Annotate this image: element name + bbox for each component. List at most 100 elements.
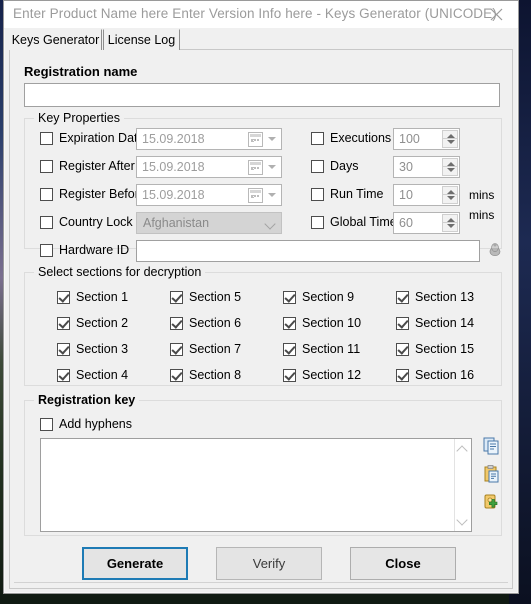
- checkbox-label: Section 11: [302, 342, 361, 356]
- generate-button[interactable]: Generate: [82, 547, 188, 580]
- checkbox-section-16[interactable]: Section 16: [396, 368, 474, 382]
- title-bar[interactable]: Enter Product Name here Enter Version In…: [4, 1, 518, 29]
- verify-button[interactable]: Verify: [216, 547, 322, 580]
- checkbox-section-7[interactable]: Section 7: [170, 342, 241, 356]
- checkbox-label: Section 10: [302, 316, 362, 330]
- registration-key-textarea[interactable]: [40, 438, 472, 532]
- checkbox-section-8[interactable]: Section 8: [170, 368, 241, 382]
- keys-generator-window: Enter Product Name here Enter Version In…: [3, 0, 519, 594]
- checkbox-section-9[interactable]: Section 9: [283, 290, 354, 304]
- checkbox-section-12[interactable]: Section 12: [283, 368, 361, 382]
- close-button[interactable]: Close: [350, 547, 456, 580]
- calendar-icon: [248, 160, 263, 175]
- register-before-date-picker[interactable]: 15.09.2018: [136, 184, 282, 206]
- checkbox-section-15[interactable]: Section 15: [396, 342, 474, 356]
- checkbox-label: Section 1: [76, 290, 129, 304]
- expiration-date-value: 15.09.2018: [142, 132, 205, 146]
- close-button-label: Close: [385, 556, 421, 571]
- checkbox-section-6[interactable]: Section 6: [170, 316, 241, 330]
- run-time-unit-label: mins: [469, 188, 495, 202]
- bottom-divider: [14, 582, 508, 583]
- checkbox-label: Global Time: [330, 215, 397, 229]
- registration-key-scrollbar[interactable]: [454, 439, 471, 531]
- checkbox-section-1[interactable]: Section 1: [57, 290, 128, 304]
- checkbox-section-14[interactable]: Section 14: [396, 316, 474, 330]
- close-glyph: [490, 8, 502, 20]
- checkbox-register-after[interactable]: Register After: [40, 159, 135, 173]
- checkbox-label: Section 3: [76, 342, 129, 356]
- checkbox-section-4[interactable]: Section 4: [57, 368, 128, 382]
- checkbox-section-11[interactable]: Section 11: [283, 342, 360, 356]
- checkbox-section-3[interactable]: Section 3: [57, 342, 128, 356]
- checkbox-box: [40, 215, 53, 229]
- global-time-unit-label: mins: [469, 208, 495, 222]
- fingerprint-icon[interactable]: [486, 240, 504, 258]
- tab-license-log[interactable]: License Log: [103, 29, 180, 50]
- hardware-id-input[interactable]: [136, 240, 480, 262]
- paste-icon[interactable]: [482, 464, 502, 484]
- checkbox-box: [311, 159, 324, 173]
- sections-legend: Select sections for decryption: [34, 265, 206, 279]
- verify-button-label: Verify: [252, 556, 286, 571]
- checkbox-label: Section 13: [415, 290, 475, 304]
- stepper-buttons[interactable]: [442, 130, 458, 148]
- checkbox-label: Country Lock: [59, 215, 133, 229]
- executions-stepper[interactable]: 100: [393, 128, 460, 150]
- chevron-down-icon: [268, 193, 276, 197]
- checkbox-label: Section 12: [302, 368, 362, 382]
- tab-label: Keys Generator: [11, 33, 100, 47]
- scroll-down-icon[interactable]: [458, 516, 467, 525]
- checkbox-box: [311, 131, 324, 145]
- checkbox-label: Hardware ID: [59, 243, 130, 257]
- checkbox-label: Section 15: [415, 342, 475, 356]
- register-after-date-picker[interactable]: 15.09.2018: [136, 156, 282, 178]
- days-stepper[interactable]: 30: [393, 156, 460, 178]
- run-time-stepper[interactable]: 10: [393, 184, 460, 206]
- checkbox-section-2[interactable]: Section 2: [57, 316, 128, 330]
- checkbox-label: Section 2: [76, 316, 129, 330]
- copy-icon[interactable]: [482, 436, 502, 456]
- checkbox-add-hyphens[interactable]: Add hyphens: [40, 417, 132, 431]
- checkbox-label: Section 6: [189, 316, 242, 330]
- key-properties-legend: Key Properties: [34, 111, 124, 125]
- checkbox-box: [40, 187, 53, 201]
- expiration-date-picker[interactable]: 15.09.2018: [136, 128, 282, 150]
- checkbox-executions[interactable]: Executions: [311, 131, 391, 145]
- country-lock-select[interactable]: Afghanistan: [136, 212, 282, 234]
- checkbox-label: Section 4: [76, 368, 129, 382]
- checkbox-country-lock[interactable]: Country Lock: [40, 215, 133, 229]
- checkbox-label: Executions: [330, 131, 392, 145]
- checkbox-label: Section 9: [302, 290, 355, 304]
- stepper-buttons[interactable]: [442, 214, 458, 232]
- global-time-stepper[interactable]: 60: [393, 212, 460, 234]
- checkbox-hardware-id[interactable]: Hardware ID: [40, 243, 129, 257]
- checkbox-global-time[interactable]: Global Time: [311, 215, 397, 229]
- run-time-value: 10: [399, 188, 413, 202]
- checkbox-label: Register Before: [59, 187, 146, 201]
- checkbox-register-before[interactable]: Register Before: [40, 187, 146, 201]
- checkbox-section-10[interactable]: Section 10: [283, 316, 361, 330]
- country-lock-value: Afghanistan: [143, 216, 210, 230]
- stepper-buttons[interactable]: [442, 186, 458, 204]
- checkbox-label: Section 7: [189, 342, 242, 356]
- checkbox-box: [311, 187, 324, 201]
- calendar-icon: [248, 132, 263, 147]
- add-license-icon[interactable]: [482, 492, 502, 512]
- stepper-buttons[interactable]: [442, 158, 458, 176]
- close-icon[interactable]: [474, 1, 518, 27]
- checkbox-expiration-date[interactable]: Expiration Date: [40, 131, 144, 145]
- global-time-value: 60: [399, 216, 413, 230]
- generate-button-label: Generate: [106, 556, 164, 571]
- tab-keys-generator[interactable]: Keys Generator: [9, 29, 102, 50]
- checkbox-days[interactable]: Days: [311, 159, 358, 173]
- executions-value: 100: [399, 132, 420, 146]
- checkbox-run-time[interactable]: Run Time: [311, 187, 384, 201]
- registration-name-input[interactable]: [24, 83, 500, 107]
- checkbox-section-5[interactable]: Section 5: [170, 290, 241, 304]
- scroll-up-icon[interactable]: [458, 445, 467, 454]
- checkbox-section-13[interactable]: Section 13: [396, 290, 474, 304]
- days-value: 30: [399, 160, 413, 174]
- chevron-down-icon: [268, 165, 276, 169]
- registration-key-legend: Registration key: [34, 393, 140, 407]
- checkbox-box: [311, 215, 324, 229]
